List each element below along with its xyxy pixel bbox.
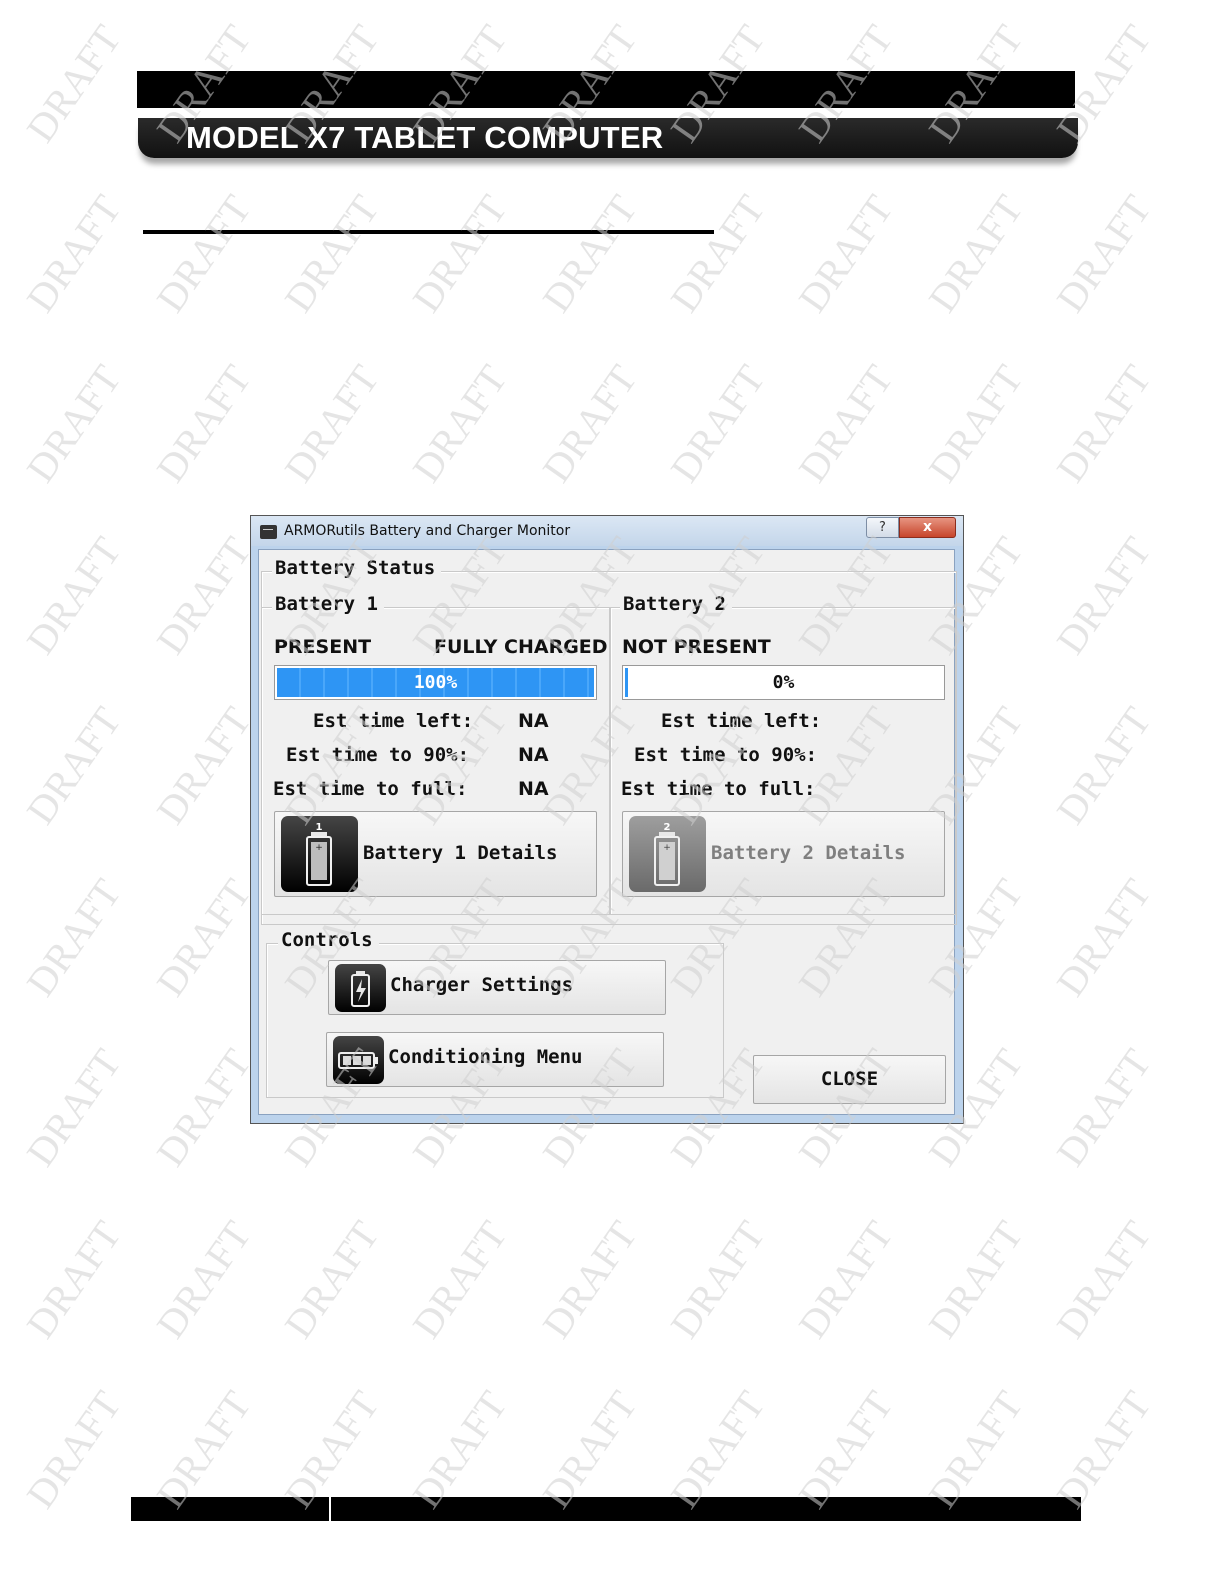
watermark-text: DRAFT (1047, 698, 1160, 833)
battery2-est-left-label: Est time left: (661, 710, 822, 732)
battery1-est-90-label: Est time to 90%: (286, 744, 470, 766)
watermark-text: DRAFT (17, 870, 130, 1005)
battery1-est-left-value: NA (518, 710, 549, 732)
watermark-text: DRAFT (1047, 1212, 1160, 1347)
watermark-text: DRAFT (275, 186, 388, 321)
watermark-text: DRAFT (147, 528, 260, 663)
footer-bar (131, 1497, 1081, 1521)
watermark-text: DRAFT (789, 356, 902, 491)
watermark-text: DRAFT (533, 1212, 646, 1347)
watermark-text: DRAFT (1047, 528, 1160, 663)
watermark-text: DRAFT (147, 356, 260, 491)
charger-settings-button[interactable]: Charger Settings (328, 960, 666, 1015)
watermark-text: DRAFT (1047, 870, 1160, 1005)
battery1-icon-number: 1 (316, 822, 323, 833)
watermark-text: DRAFT (403, 1212, 516, 1347)
watermark-text: DRAFT (17, 1382, 130, 1517)
watermark-text: DRAFT (147, 1040, 260, 1175)
battery1-est-full-label: Est time to full: (273, 778, 468, 800)
watermark-text: DRAFT (1047, 1040, 1160, 1175)
conditioning-menu-button[interactable]: Conditioning Menu (326, 1032, 664, 1087)
battery1-est-full-value: NA (518, 778, 549, 800)
svg-text:+: + (663, 843, 671, 853)
battery2-details-button[interactable]: 2 + Battery 2 Details (622, 811, 945, 897)
close-button[interactable]: CLOSE (753, 1055, 946, 1104)
battery-monitor-dialog: ARMORutils Battery and Charger Monitor ?… (250, 515, 964, 1124)
watermark-text: DRAFT (533, 356, 646, 491)
svg-text:+: + (315, 843, 323, 853)
app-icon (260, 525, 277, 539)
battery2-est-90-label: Est time to 90%: (634, 744, 818, 766)
watermark-text: DRAFT (789, 186, 902, 321)
watermark-text: DRAFT (275, 1212, 388, 1347)
battery1-progress-bar: 100% (274, 665, 597, 700)
watermark-text: DRAFT (661, 1212, 774, 1347)
header-title-banner: MODEL X7 TABLET COMPUTER (138, 118, 1078, 158)
battery1-est-left-label: Est time left: (313, 710, 474, 732)
charger-settings-label: Charger Settings (390, 974, 574, 996)
battery-horizontal-icon (333, 1036, 384, 1084)
battery2-icon-number: 2 (664, 822, 671, 833)
watermark-text: DRAFT (403, 356, 516, 491)
battery1-label: Battery 1 (272, 593, 384, 615)
watermark-text: DRAFT (147, 1212, 260, 1347)
watermark-text: DRAFT (147, 870, 260, 1005)
window-close-button[interactable]: x (899, 517, 956, 538)
watermark-text: DRAFT (919, 186, 1032, 321)
controls-label: Controls (278, 929, 379, 951)
watermark-text: DRAFT (17, 16, 130, 151)
watermark-text: DRAFT (1047, 356, 1160, 491)
battery1-est-90-value: NA (518, 744, 549, 766)
watermark-text: DRAFT (661, 186, 774, 321)
battery-icon: 2 + (629, 816, 706, 892)
dialog-titlebar[interactable]: ARMORutils Battery and Charger Monitor ?… (251, 516, 963, 546)
battery2-presence: NOT PRESENT (622, 636, 771, 658)
battery2-label: Battery 2 (620, 593, 732, 615)
battery-icon: 1 + (281, 816, 358, 892)
charger-icon (335, 964, 386, 1012)
battery1-percent: 100% (413, 672, 458, 693)
header-top-bar (137, 71, 1075, 108)
battery2-percent: 0% (772, 672, 795, 693)
battery-status-label: Battery Status (272, 557, 442, 579)
header-title: MODEL X7 TABLET COMPUTER (186, 120, 664, 155)
watermark-text: DRAFT (789, 1212, 902, 1347)
watermark-text: DRAFT (17, 356, 130, 491)
battery2-est-full-label: Est time to full: (621, 778, 816, 800)
footer-divider (329, 1497, 331, 1521)
battery2-progress-bar: 0% (622, 665, 945, 700)
watermark-text: DRAFT (17, 528, 130, 663)
watermark-text: DRAFT (403, 186, 516, 321)
dialog-title: ARMORutils Battery and Charger Monitor (284, 523, 571, 539)
watermark-text: DRAFT (17, 1040, 130, 1175)
watermark-text: DRAFT (17, 186, 130, 321)
watermark-text: DRAFT (919, 1212, 1032, 1347)
battery1-charge-state: FULLY CHARGED (434, 636, 608, 658)
watermark-text: DRAFT (919, 356, 1032, 491)
close-button-label: CLOSE (820, 1068, 879, 1090)
conditioning-menu-label: Conditioning Menu (388, 1046, 583, 1068)
watermark-text: DRAFT (275, 356, 388, 491)
battery2-details-label: Battery 2 Details (711, 842, 906, 864)
dialog-client-area: Battery Status Battery 1 Battery 2 PRESE… (258, 549, 957, 1115)
watermark-text: DRAFT (661, 356, 774, 491)
watermark-text: DRAFT (1047, 186, 1160, 321)
watermark-text: DRAFT (147, 186, 260, 321)
watermark-text: DRAFT (17, 698, 130, 833)
watermark-text: DRAFT (147, 698, 260, 833)
section-rule (143, 230, 714, 234)
help-button[interactable]: ? (866, 517, 899, 538)
battery1-details-label: Battery 1 Details (363, 842, 558, 864)
watermark-text: DRAFT (17, 1212, 130, 1347)
watermark-text: DRAFT (533, 186, 646, 321)
battery1-details-button[interactable]: 1 + Battery 1 Details (274, 811, 597, 897)
battery1-presence: PRESENT (274, 636, 372, 658)
